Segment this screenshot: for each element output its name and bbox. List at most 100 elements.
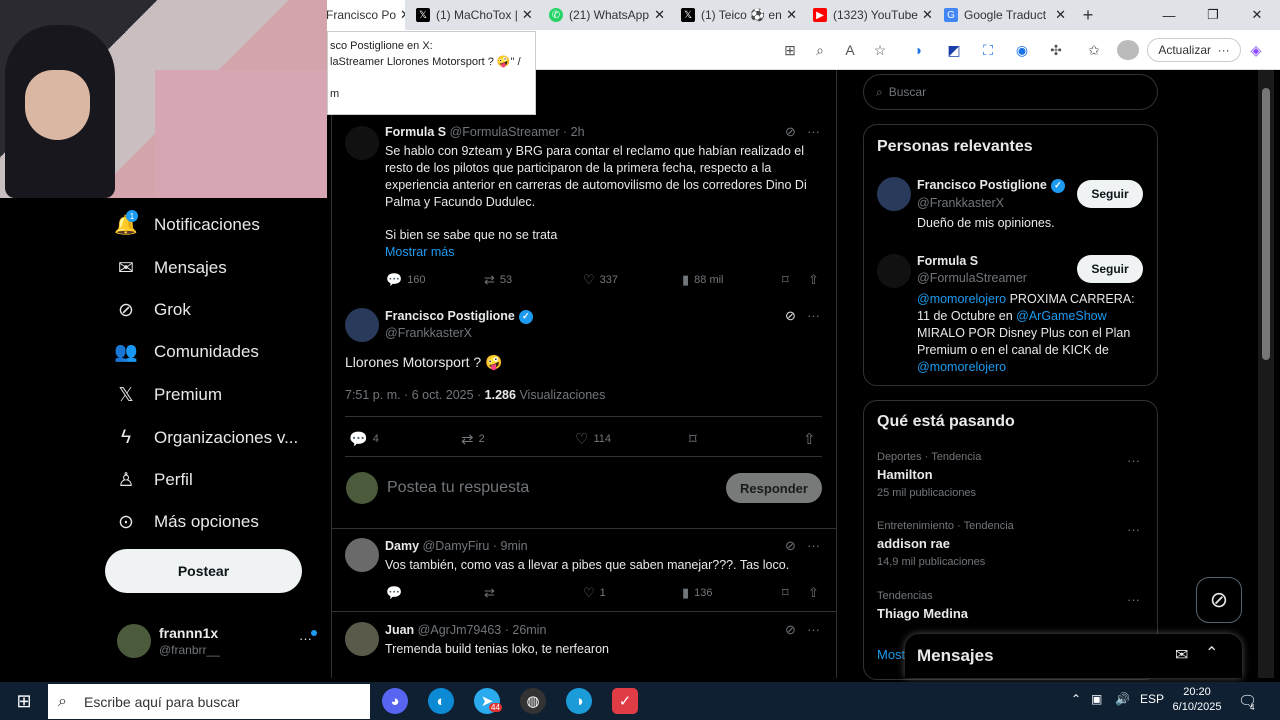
profile-icon[interactable]: [1117, 40, 1139, 60]
reply-button[interactable]: Responder: [726, 473, 822, 503]
close-window-button[interactable]: ✕: [1235, 0, 1279, 30]
maximize-button[interactable]: ❐: [1191, 0, 1235, 30]
like-action[interactable]: ♡ 337: [583, 272, 618, 288]
share-icon[interactable]: ⇧: [808, 272, 819, 288]
author-handle[interactable]: @AgrJm79463: [418, 623, 502, 637]
person-avatar[interactable]: [877, 177, 911, 211]
more-icon[interactable]: ···: [807, 538, 820, 553]
author-name[interactable]: Formula S: [385, 125, 446, 139]
grok-explain-icon[interactable]: ⊘: [785, 124, 796, 140]
taskbar-search-input[interactable]: ⌕ Escribe aquí para buscar: [48, 684, 370, 719]
windows-start-icon[interactable]: ⊞: [11, 688, 37, 714]
person-name[interactable]: Francisco Postiglione ✓: [917, 177, 1065, 194]
more-icon[interactable]: ···: [1127, 592, 1140, 607]
obs-icon[interactable]: ◍: [520, 688, 546, 714]
main-author-handle[interactable]: @FrankkasterX: [385, 325, 472, 342]
mention-link[interactable]: @ArGameShow: [1016, 309, 1107, 323]
more-icon[interactable]: ···: [1127, 453, 1140, 468]
minimize-button[interactable]: —: [1147, 0, 1191, 30]
close-tab-icon[interactable]: ✕: [518, 7, 533, 23]
nav-premium[interactable]: 𝕏 Premium: [115, 378, 222, 412]
extension-icon[interactable]: ◩: [943, 40, 965, 60]
close-tab-icon[interactable]: ✕: [918, 7, 933, 23]
show-more-link[interactable]: Mostrar más: [385, 244, 454, 261]
author-name[interactable]: Damy: [385, 539, 419, 553]
repost-action[interactable]: ⇄ 53: [484, 272, 512, 288]
bookmark-icon[interactable]: ⌑: [782, 272, 789, 288]
grok-explain-icon[interactable]: ⊘: [785, 538, 796, 554]
share-icon[interactable]: ⇧: [803, 430, 816, 448]
taskbar-clock[interactable]: 20:20 6/10/2025: [1168, 685, 1226, 715]
volume-icon[interactable]: 🔊: [1115, 692, 1130, 706]
close-tab-icon[interactable]: ✕: [1051, 7, 1066, 23]
like-action[interactable]: ♡ 1: [583, 585, 606, 601]
trend-item[interactable]: addison rae: [877, 536, 950, 551]
juan-avatar[interactable]: [345, 622, 379, 656]
close-tab-icon[interactable]: ✕: [782, 7, 797, 23]
tab-francisco[interactable]: Francisco Po ✕: [320, 0, 405, 30]
more-icon[interactable]: ···: [807, 308, 820, 323]
nav-more-options[interactable]: ⊙ Más opciones: [115, 505, 259, 539]
zoom-icon[interactable]: ⌕: [809, 40, 831, 60]
more-icon[interactable]: ···: [807, 124, 820, 139]
trend-item[interactable]: Thiago Medina: [877, 606, 968, 621]
new-message-icon[interactable]: ✉: [1175, 645, 1188, 665]
scrollbar-thumb[interactable]: [1262, 88, 1270, 360]
like-action[interactable]: ♡ 114: [575, 430, 611, 448]
copilot-icon[interactable]: ◈: [1245, 40, 1267, 60]
more-icon[interactable]: ···: [1127, 522, 1140, 537]
post-button[interactable]: Postear: [105, 549, 302, 593]
show-more-trends-link[interactable]: Most: [877, 646, 905, 663]
tray-chevron-icon[interactable]: ⌃: [1071, 692, 1081, 706]
language-indicator[interactable]: ESP: [1140, 692, 1164, 706]
nav-profile[interactable]: ♙ Perfil: [115, 463, 192, 497]
person-handle[interactable]: @FormulaStreamer: [917, 270, 1027, 287]
network-icon[interactable]: ▣: [1091, 692, 1102, 706]
expand-chevron-icon[interactable]: ⌃: [1205, 643, 1218, 663]
read-aloud-icon[interactable]: A: [839, 40, 861, 60]
reply-action[interactable]: 💬 160: [386, 272, 426, 288]
repost-action[interactable]: ⇄ 2: [461, 430, 485, 448]
francisco-avatar[interactable]: [345, 308, 379, 342]
discord-icon[interactable]: ◕: [382, 688, 408, 714]
reply-action[interactable]: 💬 4: [349, 430, 379, 448]
nav-messages[interactable]: ✉ Mensajes: [115, 251, 227, 285]
favorites-icon[interactable]: ✩: [1083, 40, 1105, 60]
author-handle[interactable]: @DamyFiru: [423, 539, 490, 553]
follow-button[interactable]: Seguir: [1077, 255, 1143, 283]
app-grid-icon[interactable]: ⊞: [779, 40, 801, 60]
trend-item[interactable]: Hamilton: [877, 467, 933, 482]
more-icon[interactable]: ···: [807, 622, 820, 637]
nav-organizations[interactable]: ϟ Organizaciones v...: [115, 421, 298, 455]
grok-floating-button[interactable]: ⊘: [1196, 577, 1242, 623]
person-handle[interactable]: @FrankkasterX: [917, 195, 1004, 212]
search-input[interactable]: ⌕ Buscar: [863, 74, 1158, 110]
bookmark-icon[interactable]: ⌑: [689, 430, 697, 448]
nav-grok[interactable]: ⊘ Grok: [115, 293, 191, 327]
person-name[interactable]: Formula S: [917, 253, 978, 270]
bookmark-icon[interactable]: ⌑: [782, 585, 789, 601]
views-action[interactable]: ▮ 136: [682, 585, 713, 601]
screenshot-icon[interactable]: ⛶: [977, 40, 999, 60]
mention-link[interactable]: @momorelojero: [917, 292, 1006, 306]
formula-s-avatar[interactable]: [345, 126, 379, 160]
repost-icon[interactable]: ⇄: [484, 585, 495, 601]
author-handle[interactable]: @FormulaStreamer: [450, 125, 560, 139]
tab-google-translate[interactable]: G Google Traduct ✕: [938, 0, 1072, 30]
main-author-name[interactable]: Francisco Postiglione ✓: [385, 308, 533, 325]
edge-dev-icon[interactable]: ◑: [566, 688, 592, 714]
mention-link[interactable]: @momorelojero: [917, 360, 1006, 374]
reply-icon[interactable]: 💬: [386, 585, 402, 601]
follow-button[interactable]: Seguir: [1077, 180, 1143, 208]
update-button[interactable]: Actualizar ···: [1147, 38, 1241, 62]
grok-explain-icon[interactable]: ⊘: [785, 308, 796, 324]
new-tab-button[interactable]: +: [1074, 0, 1102, 30]
reply-input[interactable]: Postea tu respuesta: [387, 479, 529, 496]
close-tab-icon[interactable]: ✕: [396, 7, 405, 23]
tab-teico[interactable]: 𝕏 (1) Teico ⚽ en ✕: [675, 0, 803, 30]
extensions-puzzle-icon[interactable]: ✣: [1045, 40, 1067, 60]
app-icon[interactable]: ✓: [612, 688, 638, 714]
views-action[interactable]: ▮ 88 mil: [682, 272, 724, 288]
edge-icon[interactable]: ◐: [428, 688, 454, 714]
damy-avatar[interactable]: [345, 538, 379, 572]
